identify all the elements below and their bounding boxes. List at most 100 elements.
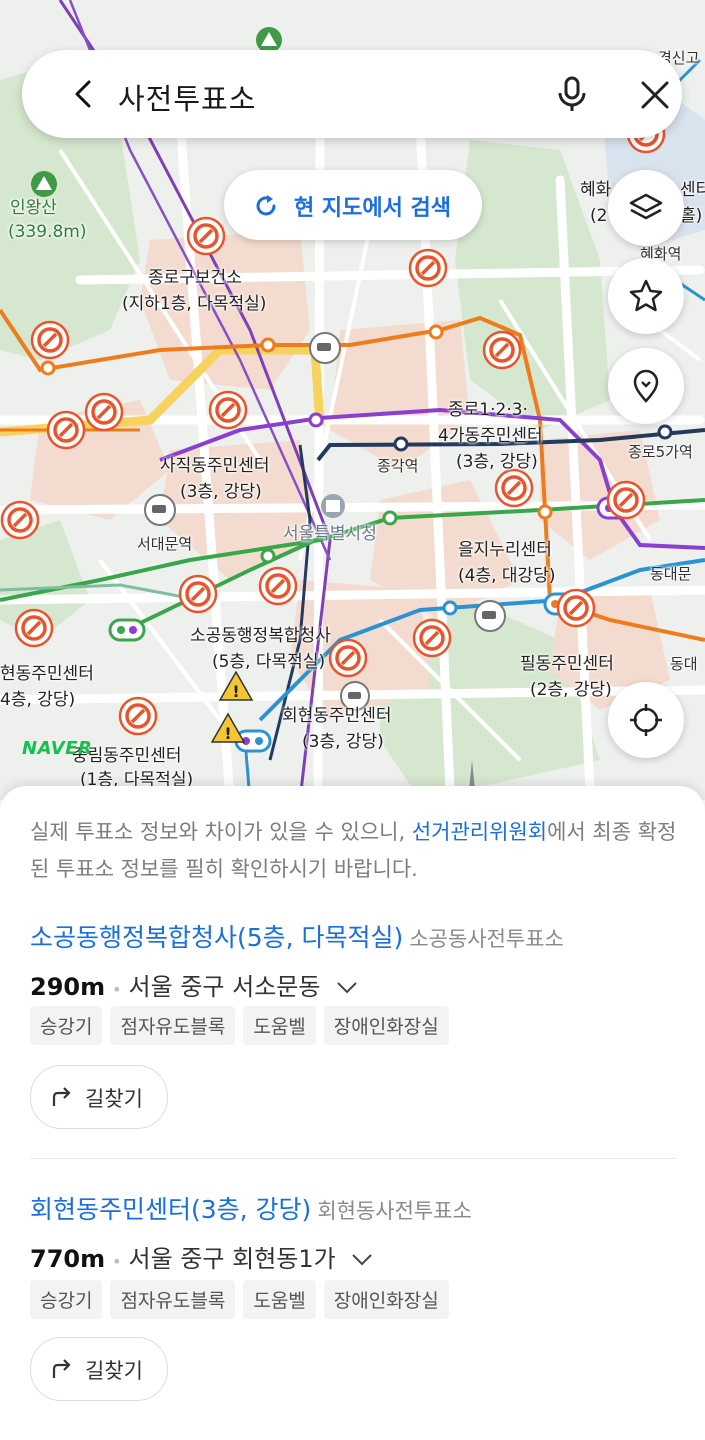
- result-2-address: 서울 중구 회현동1가: [128, 1245, 336, 1273]
- voting-station-pin-icon[interactable]: [30, 320, 70, 360]
- chevron-down-icon[interactable]: [351, 1253, 373, 1267]
- tag: 장애인화장실: [323, 1280, 449, 1319]
- tag: 점자유도블록: [110, 1006, 236, 1045]
- chevron-down-icon[interactable]: [336, 981, 358, 995]
- voting-station-pin-icon[interactable]: [328, 638, 368, 678]
- voting-station-pin-icon[interactable]: [408, 248, 448, 288]
- result-2-title: 회현동주민센터(3층, 강당) 회현동사전투표소: [30, 1190, 472, 1226]
- map-label-inwangsan: 인왕산: [10, 198, 57, 218]
- star-icon: [629, 279, 663, 312]
- map-label-jongno-health: 종로구보건소: [148, 268, 242, 288]
- svg-text:!: !: [224, 724, 231, 743]
- result-2-category: 회현동사전투표소: [317, 1199, 472, 1223]
- my-location-button[interactable]: [608, 682, 684, 758]
- map-label-left-center: 현동주민센터: [0, 664, 94, 684]
- result-2-meta: 770m • 서울 중구 회현동1가: [30, 1239, 373, 1274]
- map-label-jongno5-station: 종로5가역: [628, 443, 693, 461]
- result-1-directions-label: 길찾기: [85, 1087, 143, 1111]
- map-label-jongno1234-line3: (3층, 강당): [456, 452, 538, 472]
- voting-station-pin-icon[interactable]: [556, 588, 596, 628]
- favorites-button[interactable]: [608, 258, 684, 334]
- voting-station-pin-icon[interactable]: [208, 390, 248, 430]
- voting-station-pin-icon[interactable]: [606, 480, 646, 520]
- back-arrow-icon[interactable]: [68, 78, 100, 110]
- map-label-cityhall: 서울특별시청: [283, 524, 377, 544]
- crosshair-icon: [630, 704, 662, 736]
- result-1-category: 소공동사전투표소: [409, 927, 564, 951]
- location-pin-icon: [633, 369, 659, 403]
- map-label-sajik-sub: (3층, 강당): [180, 482, 262, 502]
- voting-station-pin-icon[interactable]: [178, 574, 218, 614]
- map-label-left-center-sub: 4층, 강당): [0, 690, 76, 710]
- voting-station-pin-icon[interactable]: [46, 410, 86, 450]
- result-2-directions-button[interactable]: 길찾기: [30, 1337, 168, 1401]
- separator-dot: •: [112, 980, 122, 999]
- map-label-euljinuri: 을지누리센터: [458, 540, 552, 560]
- voting-station-pin-icon[interactable]: [412, 618, 452, 658]
- tag: 점자유도블록: [110, 1280, 236, 1319]
- search-this-area-button[interactable]: 현 지도에서 검색: [224, 170, 482, 240]
- map-view[interactable]: ! ! 인왕산 (339.8m) 종로구보건소 (지하1층, 다목적실) 종로1…: [0, 0, 705, 800]
- result-2-tags: 승강기 점자유도블록 도움벨 장애인화장실: [30, 1280, 449, 1319]
- naver-logo: NAVER: [22, 738, 93, 759]
- map-label-pildong-sub: (2층, 강당): [530, 680, 612, 700]
- voting-station-pin-icon[interactable]: [494, 468, 534, 508]
- result-1-title: 소공동행정복합청사(5층, 다목적실) 소공동사전투표소: [30, 918, 564, 954]
- map-label-jongno1234: 종로1·2·3·: [448, 400, 528, 420]
- map-label-hyehwa: 혜화: [580, 180, 612, 200]
- results-sheet[interactable]: 실제 투표소 정보와 차이가 있을 수 있으니, 선거관리위원회에서 최종 확정…: [0, 786, 705, 1440]
- map-label-hyehwa-floor: (2: [590, 206, 608, 226]
- voting-station-pin-icon[interactable]: [186, 216, 226, 256]
- result-1-name[interactable]: 소공동행정복합청사(5층, 다목적실): [30, 923, 403, 952]
- separator-dot: •: [112, 1252, 122, 1271]
- microphone-icon[interactable]: [552, 74, 592, 114]
- map-label-pildong: 필동주민센터: [520, 654, 614, 674]
- search-query[interactable]: 사전투표소: [118, 76, 256, 118]
- election-commission-link[interactable]: 선거관리위원회: [412, 820, 547, 844]
- map-label-sogong: 소공동행정복합청사: [190, 626, 331, 646]
- map-label-sogong-sub: (5층, 다목적실): [212, 652, 326, 672]
- result-1-meta: 290m • 서울 중구 서소문동: [30, 967, 358, 1002]
- map-label-dongdae: 동대: [670, 655, 698, 673]
- result-2-distance: 770m: [30, 1245, 106, 1273]
- map-label-hyehwa-center: 센터: [680, 180, 705, 200]
- directions-arrow-icon: [52, 1087, 71, 1106]
- voting-station-pin-icon[interactable]: [0, 500, 40, 540]
- voting-station-pin-icon[interactable]: [14, 608, 54, 648]
- result-1-directions-button[interactable]: 길찾기: [30, 1065, 168, 1129]
- map-label-seodaemun-station: 서대문역: [137, 535, 193, 553]
- search-this-area-label: 현 지도에서 검색: [294, 196, 451, 221]
- notice-before: 실제 투표소 정보와 차이가 있을 수 있으니,: [30, 820, 412, 844]
- map-label-euljinuri-sub: (4층, 대강당): [458, 566, 556, 586]
- directions-arrow-icon: [52, 1359, 71, 1378]
- map-label-hoehyeon: 회현동주민센터: [282, 706, 392, 726]
- result-2-directions-label: 길찾기: [85, 1359, 143, 1383]
- result-1-distance: 290m: [30, 973, 106, 1001]
- voting-station-pin-icon[interactable]: [84, 392, 124, 432]
- svg-text:!: !: [232, 682, 239, 701]
- close-icon[interactable]: [638, 78, 672, 112]
- voting-station-pin-icon[interactable]: [258, 566, 298, 606]
- result-2-name[interactable]: 회현동주민센터(3층, 강당): [30, 1195, 311, 1224]
- map-label-jongno1234-line2: 4가동주민센터: [438, 426, 543, 446]
- result-1-address: 서울 중구 서소문동: [128, 973, 321, 1001]
- layers-icon: [629, 193, 663, 220]
- map-label-dongdaemun: 동대문: [650, 565, 692, 583]
- search-bar[interactable]: 사전투표소: [22, 50, 682, 138]
- tag: 승강기: [30, 1006, 103, 1045]
- map-label-sajik: 사직동주민센터: [160, 456, 270, 476]
- map-layers-button[interactable]: [608, 170, 684, 246]
- result-1-tags: 승강기 점자유도블록 도움벨 장애인화장실: [30, 1006, 449, 1045]
- map-label-hoehyeon-sub: (3층, 강당): [302, 732, 384, 752]
- tag: 장애인화장실: [323, 1006, 449, 1045]
- places-button[interactable]: [608, 348, 684, 424]
- notice-text: 실제 투표소 정보와 차이가 있을 수 있으니, 선거관리위원회에서 최종 확정…: [30, 814, 678, 888]
- voting-station-pin-icon[interactable]: [482, 330, 522, 370]
- voting-station-pin-icon[interactable]: [118, 696, 158, 736]
- map-label-inwangsan-elevation: (339.8m): [8, 222, 87, 242]
- tag: 승강기: [30, 1280, 103, 1319]
- refresh-icon: [256, 195, 276, 216]
- map-label-jonggak-station: 종각역: [377, 457, 419, 475]
- divider: [30, 1158, 676, 1159]
- tag: 도움벨: [243, 1006, 316, 1045]
